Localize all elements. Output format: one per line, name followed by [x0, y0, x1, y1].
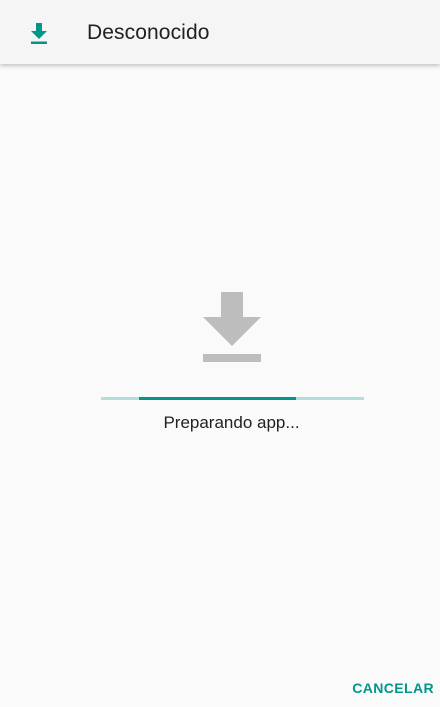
progress-bar [101, 397, 364, 400]
app-bar: Desconocido [0, 0, 440, 64]
app-title: Desconocido [87, 21, 210, 44]
download-large-icon [199, 292, 265, 364]
status-text: Preparando app... [163, 413, 300, 432]
cancel-button[interactable]: CANCELAR [352, 680, 434, 696]
download-icon [29, 23, 49, 45]
install-screen: Desconocido Preparando app... CANCELAR [0, 0, 440, 707]
progress-bar-fill [139, 397, 296, 400]
